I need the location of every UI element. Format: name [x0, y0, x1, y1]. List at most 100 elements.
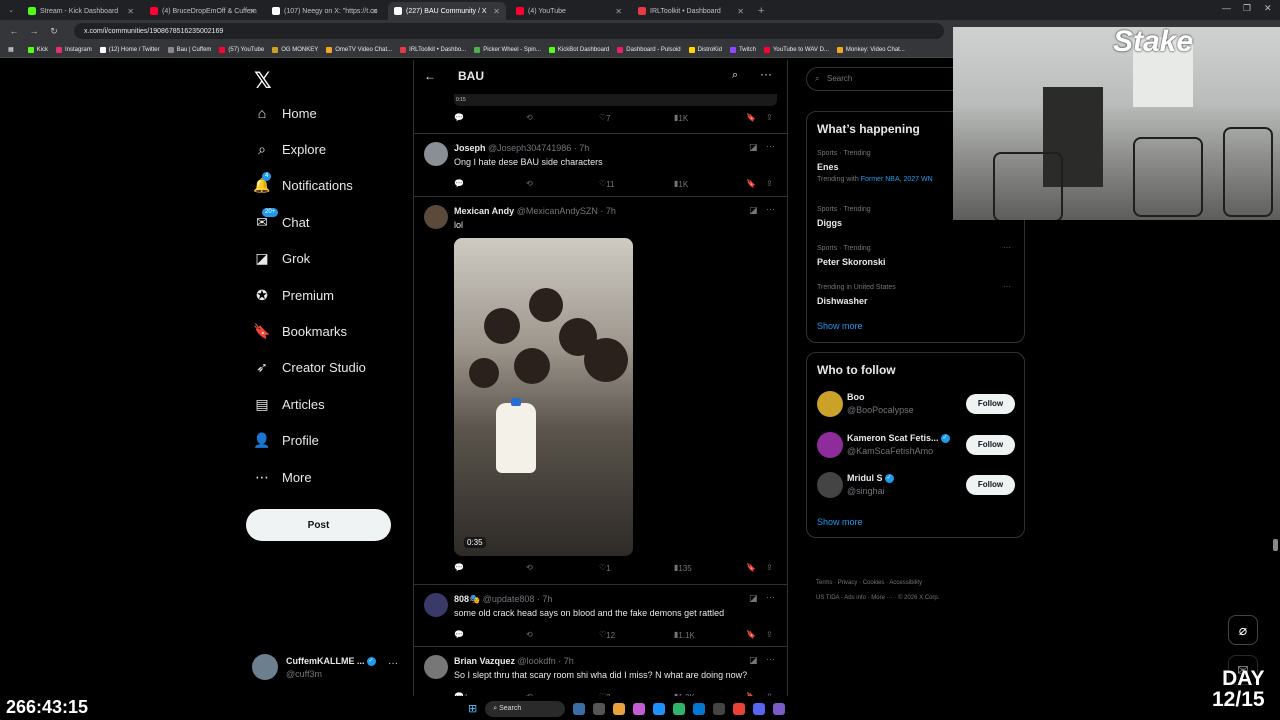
windows-start-icon[interactable]: ⊞	[468, 702, 477, 715]
taskbar-app-icon[interactable]	[613, 702, 626, 715]
taskbar-app-icon[interactable]	[773, 702, 786, 715]
tweet-author-name[interactable]: Brian Vazquez	[454, 656, 515, 666]
tab-close-icon[interactable]: ✕	[127, 7, 134, 16]
nav-item-creator-studio[interactable]: ➶ Creator Studio	[254, 359, 366, 376]
bookmark-item[interactable]: Twitch	[729, 46, 756, 53]
bookmark-icon[interactable]: 🔖	[746, 692, 756, 696]
tab-list-icon[interactable]: ⌄	[4, 2, 18, 20]
scrollbar[interactable]	[1273, 539, 1278, 551]
follow-button[interactable]: Follow	[966, 435, 1015, 455]
share-icon[interactable]: ⇪	[766, 692, 773, 696]
like-icon[interactable]: ♡ 11	[599, 179, 614, 189]
taskbar-app-icon[interactable]	[573, 702, 586, 715]
browser-tab[interactable]: (107) Neegy on X: "https://t.co ✕	[266, 2, 384, 20]
nav-item-grok[interactable]: ◪ Grok	[254, 250, 310, 267]
bookmark-item[interactable]: YouTube to WAV D...	[763, 46, 829, 53]
like-icon[interactable]: ♡ 2	[599, 692, 611, 696]
reload-icon[interactable]: ↻	[48, 26, 60, 37]
search-icon[interactable]: ⌕	[732, 69, 738, 82]
bookmark-item[interactable]: OmeTV Video Chat...	[326, 46, 392, 53]
url-field[interactable]: x.com/i/communities/1908678516235002169	[74, 23, 944, 39]
close-window-icon[interactable]: ✕	[1264, 3, 1272, 14]
retweet-icon[interactable]: ⟲	[526, 630, 533, 639]
minimize-icon[interactable]: —	[1222, 3, 1231, 13]
reply-icon[interactable]: 💬	[454, 179, 464, 188]
tweet[interactable]: Brian Vazquez @lookdfn · 7h So I slept th…	[414, 646, 787, 696]
tab-close-icon[interactable]: ✕	[737, 7, 744, 16]
tab-close-icon[interactable]: ✕	[493, 7, 500, 16]
avatar[interactable]	[424, 593, 448, 617]
views-icon[interactable]: ▮ 135	[674, 563, 692, 573]
footer-link[interactable]: US TIDA	[816, 595, 839, 601]
avatar[interactable]	[817, 432, 843, 458]
tweet-more-icon[interactable]: ···	[766, 204, 775, 214]
tweet[interactable]: 808🎭 @update808 · 7h some old crack head …	[414, 584, 787, 646]
tweet-author-name[interactable]: 808🎭	[454, 594, 480, 604]
like-icon[interactable]: ♡ 7	[599, 113, 611, 123]
bookmark-item[interactable]: IRLToolkit • Dashbo...	[400, 46, 466, 53]
browser-tab[interactable]: (4) BruceDropEmOff & Cuffem ✕	[144, 2, 262, 20]
trend-related-link[interactable]: Former NBA, 2027 WN	[861, 176, 933, 183]
grok-explain-icon[interactable]: ◪	[749, 205, 758, 216]
trend-more-icon[interactable]: ···	[1003, 243, 1011, 252]
tab-close-icon[interactable]: ✕	[615, 7, 622, 16]
footer-link[interactable]: More ···	[871, 595, 892, 601]
tweet-more-icon[interactable]: ···	[766, 592, 775, 602]
bookmark-icon[interactable]: 🔖	[746, 563, 756, 572]
bookmark-item[interactable]: Kick	[27, 46, 48, 53]
avatar[interactable]	[817, 391, 843, 417]
taskbar-app-icon[interactable]	[653, 702, 666, 715]
grok-icon[interactable]: ⌀	[1228, 615, 1258, 645]
browser-tab[interactable]: (227) BAU Community / X ✕	[388, 2, 506, 20]
bookmark-icon[interactable]: 🔖	[746, 630, 756, 639]
tab-close-icon[interactable]: ✕	[371, 7, 378, 16]
search-input[interactable]: ⌕ Search	[806, 67, 966, 91]
post-button[interactable]: Post	[246, 509, 391, 541]
retweet-icon[interactable]: ⟲	[526, 179, 533, 188]
x-logo-icon[interactable]: 𝕏	[254, 68, 272, 94]
taskbar-app-icon[interactable]	[593, 702, 606, 715]
browser-tab[interactable]: IRLToolkit • Dashboard ✕	[632, 2, 750, 20]
account-more-icon[interactable]: ···	[388, 658, 398, 669]
views-icon[interactable]: ▮ 1.1K	[674, 630, 695, 640]
tweet-video[interactable]: 0:35	[454, 238, 633, 556]
chrome-icon[interactable]	[733, 702, 746, 715]
views-icon[interactable]: ▮ 1.2K	[674, 692, 695, 696]
nav-item-explore[interactable]: ⌕ Explore	[254, 141, 326, 157]
previous-media[interactable]: 0:15	[454, 94, 777, 106]
bookmark-item[interactable]: Picker Wheel - Spin...	[474, 46, 541, 53]
new-tab-button[interactable]: +	[758, 2, 764, 20]
nav-item-more[interactable]: ⋯ More	[254, 469, 312, 485]
retweet-icon[interactable]: ⟲	[526, 113, 533, 122]
more-options-icon[interactable]: ···	[760, 67, 772, 81]
footer-link[interactable]: Cookies	[863, 580, 885, 586]
share-icon[interactable]: ⇪	[766, 179, 773, 188]
tab-close-icon[interactable]: ✕	[249, 7, 256, 16]
apps-grid-icon[interactable]: ▦	[8, 46, 14, 53]
bookmark-icon[interactable]: 🔖	[746, 179, 756, 188]
discord-icon[interactable]	[753, 702, 766, 715]
tweet[interactable]: Joseph @Joseph304741986 · 7h Ong I hate d…	[414, 133, 787, 196]
show-more-link[interactable]: Show more	[817, 517, 863, 527]
share-icon[interactable]: ⇪	[766, 113, 773, 122]
avatar[interactable]	[817, 472, 843, 498]
tweet-more-icon[interactable]: ···	[766, 141, 775, 151]
bookmark-item[interactable]: DistroKid	[688, 46, 722, 53]
grok-explain-icon[interactable]: ◪	[749, 593, 758, 604]
retweet-icon[interactable]: ⟲	[526, 692, 533, 696]
avatar[interactable]	[424, 142, 448, 166]
reply-icon[interactable]: 💬	[454, 563, 464, 572]
retweet-icon[interactable]: ⟲	[526, 563, 533, 572]
bookmark-item[interactable]: Bau | Cuffem	[167, 46, 211, 53]
bookmark-item[interactable]: Monkey: Video Chat...	[836, 46, 905, 53]
maximize-icon[interactable]: ❐	[1243, 3, 1251, 14]
like-icon[interactable]: ♡ 12	[599, 630, 615, 640]
reply-icon[interactable]: 💬	[454, 630, 464, 639]
reply-icon[interactable]: 💬	[454, 113, 464, 122]
tweet-author-name[interactable]: Joseph	[454, 143, 486, 153]
footer-link[interactable]: © 2026 X Corp.	[898, 595, 939, 601]
avatar[interactable]	[424, 205, 448, 229]
views-icon[interactable]: ▮ 1K	[674, 113, 688, 123]
grok-explain-icon[interactable]: ◪	[749, 655, 758, 666]
follow-button[interactable]: Follow	[966, 394, 1015, 414]
